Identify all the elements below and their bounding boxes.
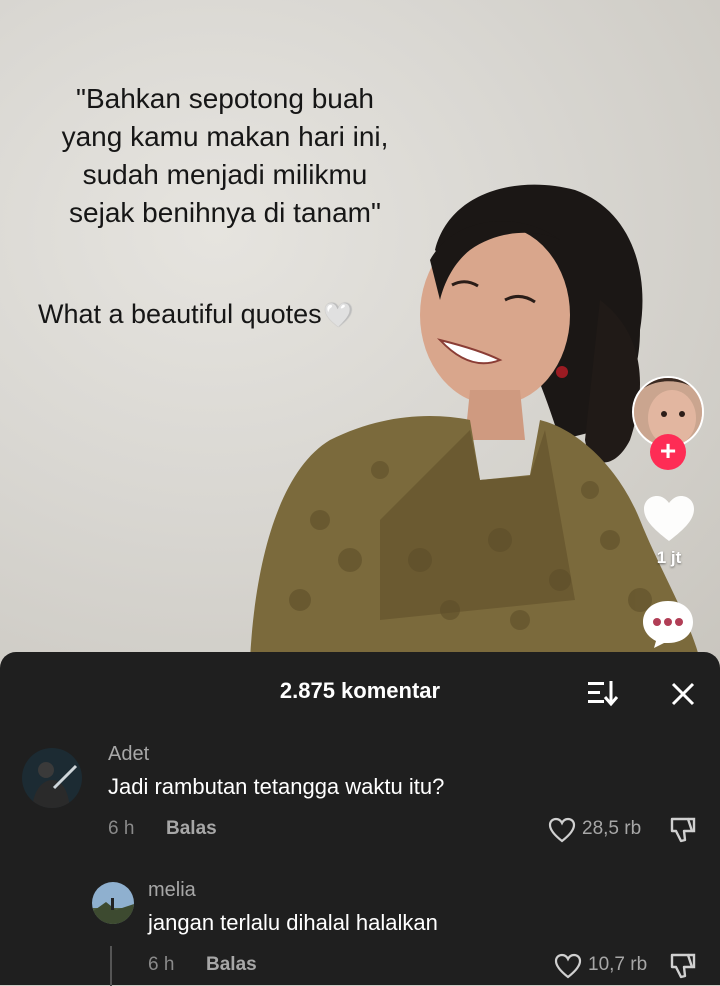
follow-plus-button[interactable]: + bbox=[650, 434, 686, 470]
comment-like-icon[interactable] bbox=[548, 817, 576, 843]
reply-thread-line bbox=[110, 946, 112, 986]
comment-bubble-icon[interactable] bbox=[640, 598, 696, 650]
dislike-icon[interactable] bbox=[668, 951, 698, 979]
white-heart-emoji: 🤍 bbox=[323, 302, 354, 329]
dislike-icon[interactable] bbox=[668, 815, 698, 843]
comment-text: jangan terlalu dihalal halalkan bbox=[148, 910, 438, 935]
comment-like-count: 28,5 rb bbox=[582, 818, 642, 839]
comment-username[interactable]: melia bbox=[148, 879, 196, 902]
commenter-avatar-image bbox=[22, 748, 82, 808]
heart-icon[interactable] bbox=[642, 494, 696, 544]
comment-like-icon[interactable] bbox=[554, 953, 582, 979]
video-caption-text: What a beautiful quotes🤍 bbox=[38, 297, 354, 333]
comment-like-count: 10,7 rb bbox=[588, 954, 648, 975]
video-player[interactable]: "Bahkan sepotong buah yang kamu makan ha… bbox=[0, 0, 720, 660]
comment-timestamp: 6 h bbox=[148, 954, 175, 975]
close-icon[interactable] bbox=[669, 680, 697, 708]
like-count: 1 jt bbox=[656, 548, 682, 567]
comment-timestamp: 6 h bbox=[108, 818, 135, 839]
commenter-avatar[interactable] bbox=[92, 882, 134, 924]
video-quote-text: "Bahkan sepotong buah yang kamu makan ha… bbox=[61, 83, 389, 228]
caption-line: What a beautiful quotes bbox=[38, 299, 322, 329]
comment-text: Jadi rambutan tetangga waktu itu? bbox=[108, 774, 445, 799]
sort-icon[interactable] bbox=[586, 678, 620, 708]
reply-button[interactable]: Balas bbox=[206, 954, 257, 976]
reply-button[interactable]: Balas bbox=[166, 818, 217, 840]
commenter-avatar-image bbox=[92, 882, 134, 924]
commenter-avatar[interactable] bbox=[22, 748, 82, 808]
comment-username[interactable]: Adet bbox=[108, 743, 149, 766]
